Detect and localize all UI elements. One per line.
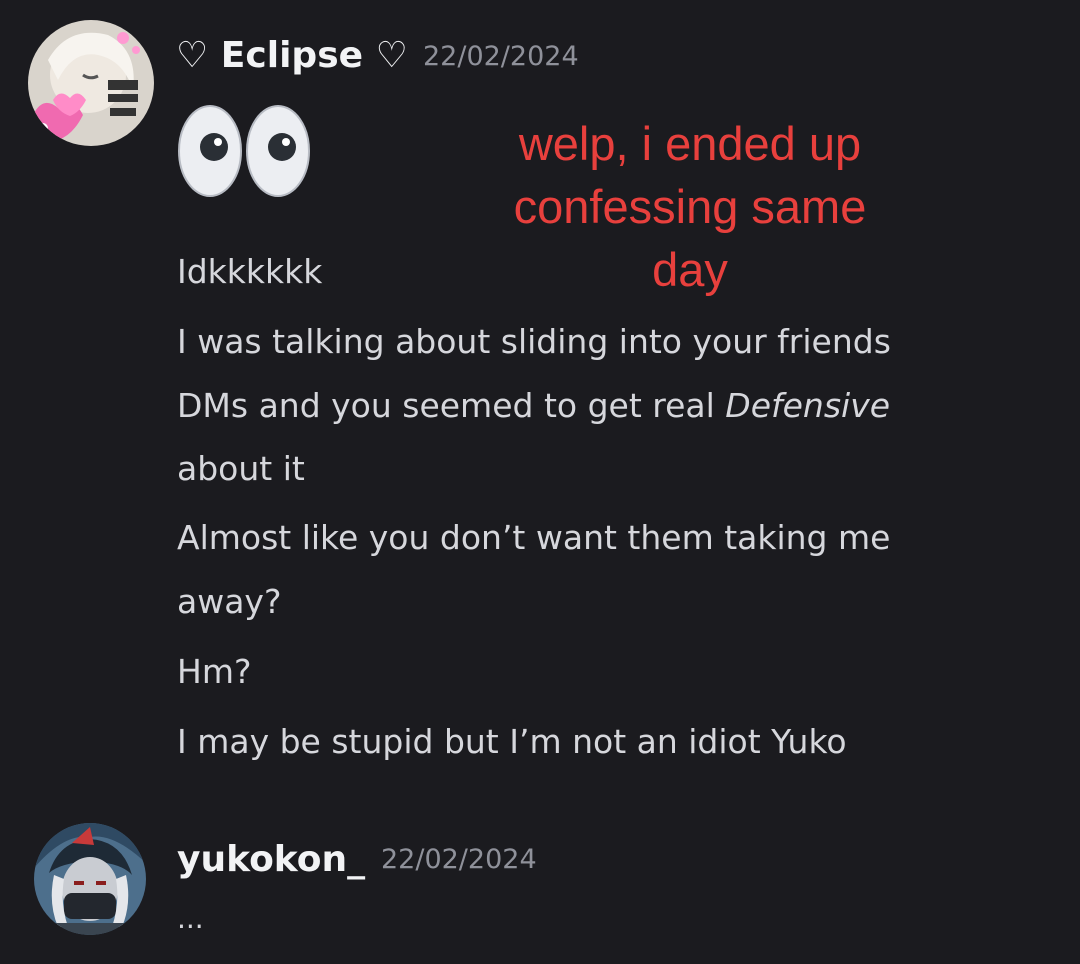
message-line: about it <box>177 449 305 488</box>
emphasized-word: Defensive <box>725 386 891 425</box>
caption-line: welp, i ended up <box>518 117 862 170</box>
yukokon-username[interactable]: yukokon_ <box>177 842 365 878</box>
message-line: Hm? <box>177 652 252 691</box>
message-line: ... <box>177 902 204 935</box>
red-caption-overlay: welp, i ended up confessing same day <box>470 112 910 301</box>
message-text: DMs and you seemed to get real <box>177 386 726 425</box>
yukokon-timestamp: 22/02/2024 <box>381 844 537 875</box>
message-line: Idkkkkkk <box>177 252 323 291</box>
message-line: away? <box>177 582 282 621</box>
caption-line: day <box>652 243 728 296</box>
caption-line: confessing same <box>513 180 867 233</box>
anime-girl-avatar-image <box>28 20 154 146</box>
eyes-emoji <box>176 103 312 199</box>
masked-character-avatar-image <box>34 823 146 935</box>
eclipse-avatar[interactable] <box>28 20 154 146</box>
chat-log: ♡ Eclipse ♡ 22/02/2024 welp, i ended up … <box>0 0 1080 964</box>
yukokon-avatar[interactable] <box>34 823 146 935</box>
message-line: I may be stupid but I’m not an idiot Yuk… <box>177 722 847 761</box>
message-line: I was talking about sliding into your fr… <box>177 322 891 361</box>
eclipse-timestamp: 22/02/2024 <box>423 41 579 72</box>
message-line-with-emphasis: DMs and you seemed to get real Defensive <box>177 389 890 422</box>
message-line: Almost like you don’t want them taking m… <box>177 518 891 557</box>
eclipse-username[interactable]: ♡ Eclipse ♡ <box>176 38 408 74</box>
